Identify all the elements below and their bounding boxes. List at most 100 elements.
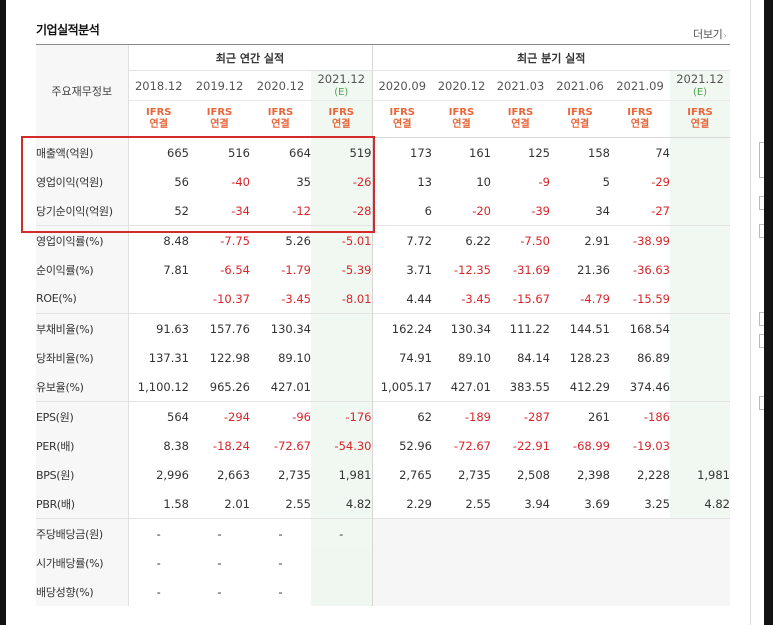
annual-header: 최근 연간 실적 <box>128 45 372 71</box>
data-cell: -27 <box>651 203 670 218</box>
data-cell <box>491 548 550 577</box>
period-label: 2021.12 <box>676 71 724 86</box>
data-cell: 89.10 <box>458 350 491 365</box>
period-label: 2020.12 <box>437 78 486 93</box>
data-cell <box>432 577 491 606</box>
basis-line2: 연결 <box>271 119 290 130</box>
period-header: 2019.12 <box>189 70 250 101</box>
data-cell: - <box>156 555 161 570</box>
data-cell: - <box>278 584 283 599</box>
basis-line1: IFRS <box>389 107 415 118</box>
basis-label: IFRS 연결 <box>189 100 250 138</box>
data-cell: 157.76 <box>189 313 250 343</box>
highlight-box <box>21 136 375 233</box>
data-cell <box>311 548 372 577</box>
data-cell <box>670 284 730 314</box>
period-label: 2018.12 <box>134 78 183 93</box>
table-row: 배당성향(%) - - - <box>36 577 730 606</box>
side-widget <box>759 196 764 210</box>
data-cell: 21.36 <box>577 262 610 277</box>
data-cell: 8.38 <box>163 438 189 453</box>
data-cell: - <box>217 584 222 599</box>
data-cell: -54.30 <box>311 431 372 460</box>
table-row: PBR(배) 1.58 2.01 2.55 4.82 2.29 2.55 3.94 3.69 3.… <box>36 489 730 519</box>
data-cell: -3.45 <box>461 291 491 306</box>
period-label: 2019.12 <box>195 78 244 93</box>
table-row: 유보율(%) 1,100.12 965.26 427.01 1,005.17 427.01… <box>36 372 730 402</box>
basis-label: IFRS 연결 <box>550 100 610 138</box>
more-link[interactable]: 더보기› <box>693 26 727 42</box>
data-cell: - <box>156 584 161 599</box>
data-cell: -20 <box>472 203 491 218</box>
data-cell <box>371 518 432 548</box>
data-cell <box>491 518 550 548</box>
period-label: 2021.03 <box>496 78 545 93</box>
data-cell <box>311 372 372 402</box>
data-cell: -1.79 <box>281 262 311 277</box>
data-cell: 6 <box>371 196 432 226</box>
basis-line2: 연결 <box>393 119 412 130</box>
basis-line1: IFRS <box>567 107 593 118</box>
data-cell: 2.55 <box>285 496 311 511</box>
basis-line2: 연결 <box>210 119 229 130</box>
data-cell: -4.79 <box>580 291 610 306</box>
data-cell <box>432 548 491 577</box>
basis-line2: 연결 <box>332 119 351 130</box>
data-cell: 2.55 <box>465 496 491 511</box>
row-label: PER(배) <box>36 431 129 460</box>
data-cell: 173 <box>371 137 432 167</box>
row-label: 유보율(%) <box>36 372 129 402</box>
data-cell: -19.03 <box>632 438 670 453</box>
data-cell: 427.01 <box>450 379 491 394</box>
data-cell: -22.91 <box>512 438 550 453</box>
data-cell: 2,398 <box>577 467 610 482</box>
table-row: 주당배당금(원) - - - - <box>36 518 730 548</box>
row-label: BPS(원) <box>36 460 129 489</box>
item-header: 주요재무정보 <box>36 45 129 138</box>
table-row: 부채비율(%) 91.63 157.76 130.34 162.24 130.34 111.… <box>36 313 730 343</box>
data-cell: -96 <box>250 401 311 431</box>
data-cell: -9 <box>538 174 550 189</box>
data-cell: - <box>128 518 189 548</box>
data-cell <box>371 548 432 577</box>
basis-line2: 연결 <box>630 119 650 130</box>
side-widget <box>759 312 764 326</box>
data-cell <box>670 225 730 255</box>
data-cell <box>610 518 670 548</box>
data-cell <box>610 577 670 606</box>
data-cell: 89.10 <box>278 350 311 365</box>
data-cell: 84.14 <box>517 350 550 365</box>
row-label: 주당배당금(원) <box>36 518 129 548</box>
row-label: 부채비율(%) <box>36 313 129 343</box>
basis-line2: 연결 <box>511 119 530 130</box>
period-header: 2021.03 <box>491 70 550 101</box>
basis-label: IFRS 연결 <box>250 100 311 138</box>
period-label: 2021.12 <box>317 71 366 86</box>
table-row: EPS(원) 564 -294 -96 -176 62 -189 -287 261 -186 <box>36 401 730 431</box>
data-cell: -72.67 <box>273 438 311 453</box>
data-cell: 74.91 <box>371 343 432 372</box>
data-cell: -18.24 <box>212 438 250 453</box>
data-cell: 2,508 <box>517 467 550 482</box>
data-cell <box>550 518 610 548</box>
basis-line2: 연결 <box>570 119 590 130</box>
basis-line1: IFRS <box>328 107 354 118</box>
data-cell: 161 <box>432 137 491 167</box>
data-cell: 4.82 <box>670 489 730 519</box>
data-cell <box>371 577 432 606</box>
period-header: 2020.12 <box>250 70 311 101</box>
financial-table: 주요재무정보 최근 연간 실적 최근 분기 실적 2018.12 2019.12 2… <box>36 45 730 606</box>
data-cell: 1.58 <box>163 496 189 511</box>
data-cell: -189 <box>432 401 491 431</box>
row-label: 당좌비율(%) <box>36 343 129 372</box>
data-cell <box>670 255 730 284</box>
data-cell <box>432 518 491 548</box>
period-header: 2020.09 <box>371 70 432 101</box>
chevron-right-icon: › <box>723 31 727 40</box>
row-label: 배당성향(%) <box>36 577 129 606</box>
data-cell: 2,735 <box>458 467 491 482</box>
data-cell: -176 <box>311 401 372 431</box>
data-cell: 162.24 <box>371 313 432 343</box>
data-cell: -15.59 <box>632 291 670 306</box>
data-cell: 168.54 <box>610 313 670 343</box>
